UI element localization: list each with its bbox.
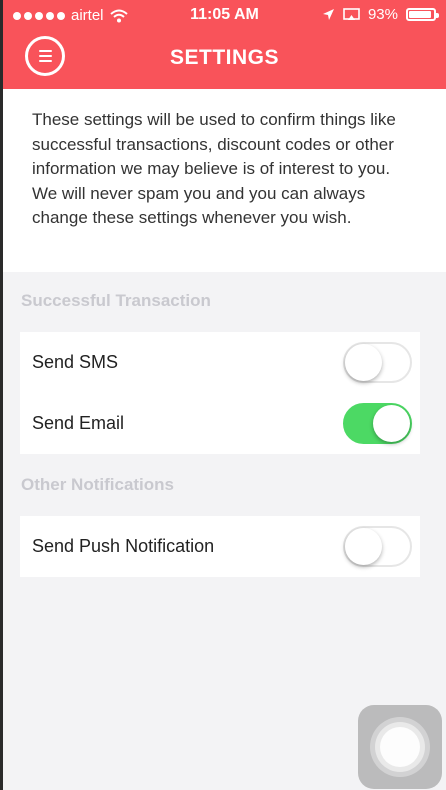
setting-row-send-email: Send Email	[20, 393, 420, 454]
send-email-toggle[interactable]	[343, 403, 412, 444]
section-label-successful-transaction: Successful Transaction	[21, 291, 211, 310]
section-label-other-notifications: Other Notifications	[21, 475, 175, 494]
successful-transaction-group: Send SMS Send Email	[20, 332, 420, 454]
setting-row-send-sms: Send SMS	[20, 332, 420, 393]
setting-row-send-push-notification: Send Push Notification	[20, 516, 420, 577]
location-arrow-icon	[322, 9, 334, 20]
status-right: 93%	[322, 6, 439, 23]
toggle-knob	[373, 405, 410, 442]
page-title: SETTINGS	[169, 46, 279, 69]
other-notifications-group: Send Push Notification	[20, 516, 420, 577]
send-sms-toggle[interactable]	[343, 342, 412, 383]
battery-icon	[406, 8, 439, 21]
assistive-touch-button[interactable]	[358, 705, 442, 789]
setting-label: Send Email	[32, 413, 125, 433]
setting-label: Send Push Notification	[32, 536, 215, 556]
screen-mirror-icon	[343, 8, 360, 20]
toggle-knob	[345, 528, 382, 565]
toggle-knob	[345, 344, 382, 381]
intro-text: These settings will be used to confirm t…	[32, 110, 396, 228]
assistive-ring-inner	[380, 727, 420, 767]
battery-fill	[409, 11, 432, 18]
send-push-notification-toggle[interactable]	[343, 526, 412, 567]
battery-percent: 93%	[367, 6, 398, 23]
status-bar: airtel 11:05 AM 93%	[3, 0, 446, 32]
header-bar: airtel 11:05 AM 93% SETTINGS	[3, 0, 446, 89]
setting-label: Send SMS	[32, 352, 119, 372]
